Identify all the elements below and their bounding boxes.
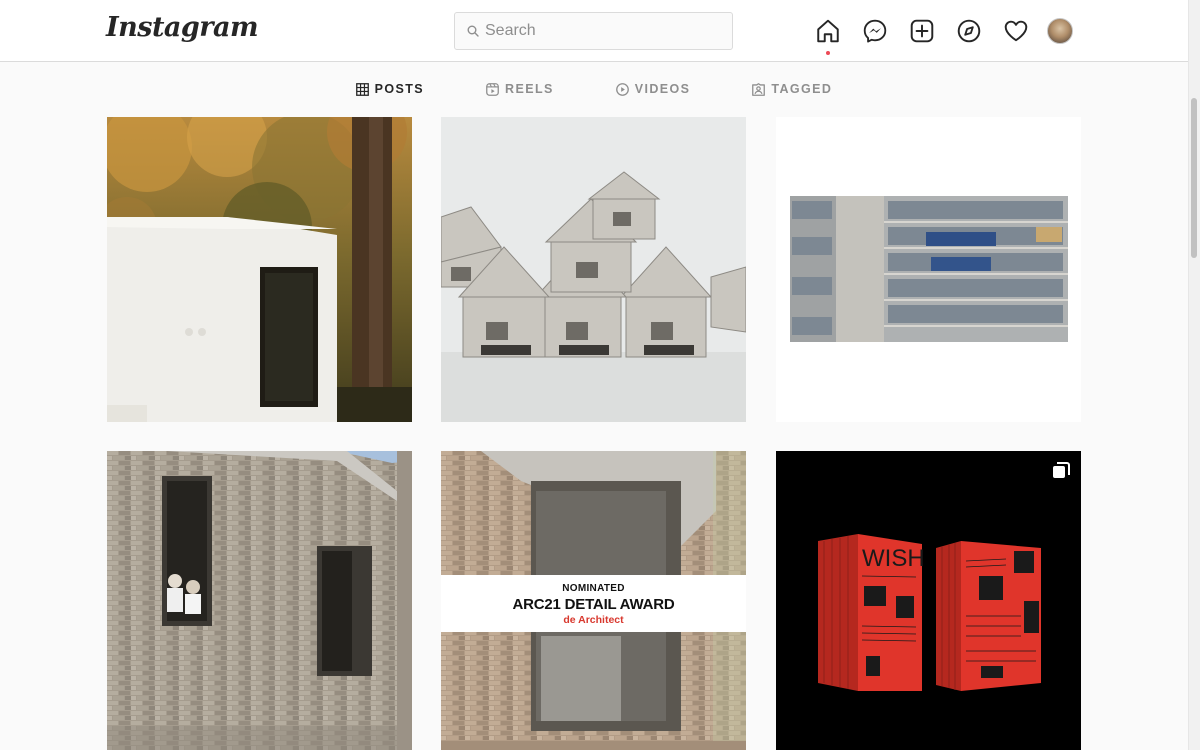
explore-button[interactable]: [954, 16, 984, 46]
tab-tagged[interactable]: TAGGED: [752, 82, 832, 96]
search-input[interactable]: [485, 22, 705, 40]
home-icon: [817, 19, 839, 43]
post-image-red-books: WISH: [776, 451, 1081, 750]
tab-posts[interactable]: POSTS: [355, 82, 425, 96]
profile-avatar[interactable]: [1047, 18, 1073, 44]
search-icon: [467, 25, 479, 37]
tab-reels-label: REELS: [505, 82, 554, 96]
book-title-text: WISH: [862, 545, 925, 572]
activity-button[interactable]: [1001, 16, 1031, 46]
home-button[interactable]: [813, 16, 843, 55]
messenger-button[interactable]: [860, 16, 890, 46]
instagram-logo[interactable]: Instagram: [106, 12, 259, 43]
tagged-icon: [752, 82, 766, 96]
nav-icons: [813, 16, 1073, 55]
tab-posts-label: POSTS: [374, 82, 425, 96]
tab-videos-label: VIDEOS: [634, 82, 691, 96]
profile-tabs: POSTS REELS VIDEOS TAGGED: [0, 62, 1188, 116]
grid-icon: [355, 82, 369, 96]
scrollbar-thumb[interactable]: [1191, 98, 1197, 258]
post-tile-3[interactable]: [776, 117, 1081, 422]
new-post-button[interactable]: [907, 16, 937, 46]
post-image-tower-facade: [776, 117, 1081, 422]
post-image-white-pavilion: [107, 117, 412, 422]
award-banner: NOMINATED ARC21 DETAIL AWARD de Architec…: [441, 575, 746, 632]
search-box[interactable]: [454, 12, 733, 50]
new-post-icon: [910, 19, 934, 43]
post-tile-2[interactable]: [441, 117, 746, 422]
post-tile-4[interactable]: [107, 451, 412, 750]
post-image-brick-facade: [107, 451, 412, 750]
explore-icon: [957, 19, 981, 43]
tab-tagged-label: TAGGED: [771, 82, 833, 96]
post-tile-1[interactable]: [107, 117, 412, 422]
post-image-house-models: [441, 117, 746, 422]
carousel-multiple-icon: [1053, 462, 1070, 478]
scrollbar-track[interactable]: [1188, 0, 1200, 750]
notification-dot: [826, 51, 830, 55]
award-publisher: de Architect: [563, 614, 624, 626]
reels-icon: [486, 82, 499, 96]
messenger-icon: [863, 19, 887, 43]
award-title: ARC21 DETAIL AWARD: [512, 596, 675, 613]
award-nominated-label: NOMINATED: [562, 583, 625, 594]
activity-heart-icon: [1004, 20, 1028, 42]
post-tile-6[interactable]: WISH: [776, 451, 1081, 750]
post-tile-5[interactable]: NOMINATED ARC21 DETAIL AWARD de Architec…: [441, 451, 746, 750]
top-navigation-bar: Instagram: [0, 0, 1188, 62]
tab-reels[interactable]: REELS: [486, 82, 554, 96]
play-icon: [615, 82, 629, 96]
tab-videos[interactable]: VIDEOS: [615, 82, 691, 96]
